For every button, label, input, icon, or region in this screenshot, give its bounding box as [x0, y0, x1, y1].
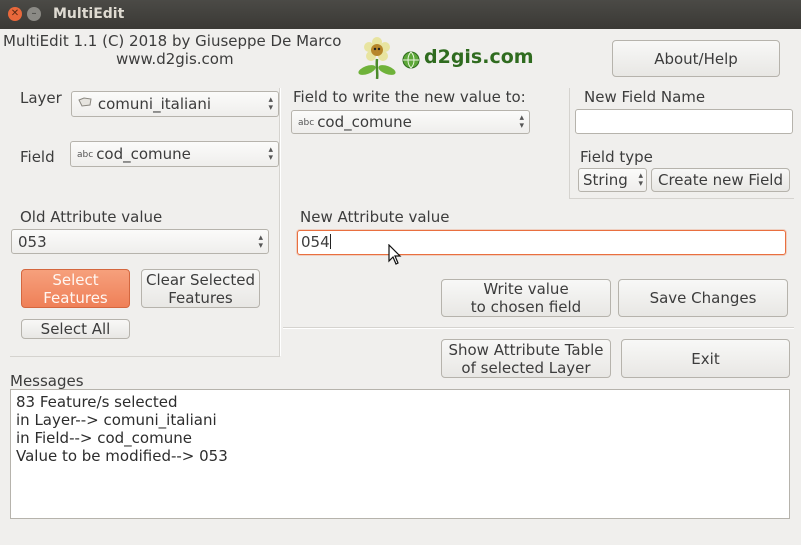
write-field-label: Field to write the new value to:: [293, 88, 526, 106]
combo-arrows-icon: ▴ ▾: [258, 232, 263, 251]
combo-arrows-icon: ▴ ▾: [268, 145, 273, 163]
exit-button[interactable]: Exit: [621, 339, 790, 378]
combo-arrows-icon: ▴ ▾: [268, 95, 273, 113]
select-features-line1: Select: [52, 270, 99, 289]
messages-label: Messages: [10, 372, 84, 390]
abc-field-icon: abc: [77, 150, 94, 160]
new-field-name-label: New Field Name: [584, 88, 706, 106]
title-bar: ✕ – MultiEdit: [0, 0, 801, 29]
window-title: MultiEdit: [53, 6, 125, 22]
left-panel-divider-highlight: [280, 88, 281, 356]
new-attribute-value: 054: [301, 233, 330, 251]
credit-line: MultiEdit 1.1 (C) 2018 by Giuseppe De Ma…: [3, 32, 342, 50]
select-features-button[interactable]: Select Features: [21, 269, 130, 308]
d2gis-logo: d2gis.com: [352, 37, 534, 80]
old-attribute-label: Old Attribute value: [20, 208, 163, 226]
message-line: in Field--> cod_comune: [16, 429, 192, 447]
layer-label: Layer: [20, 89, 62, 107]
flower-logo-icon: [358, 37, 396, 80]
new-field-name-input[interactable]: [575, 109, 793, 134]
write-value-button[interactable]: Write value to chosen field: [441, 279, 611, 317]
about-help-button[interactable]: About/Help: [612, 40, 780, 77]
minimize-window-icon[interactable]: –: [27, 7, 41, 21]
layer-combo[interactable]: comuni_italiani ▴ ▾: [71, 91, 279, 117]
right-panel-left-divider: [569, 88, 570, 198]
field-type-combo[interactable]: String ▴ ▾: [578, 168, 647, 192]
left-panel-bottom-divider: [10, 356, 280, 357]
select-features-line2: Features: [43, 288, 108, 307]
old-attribute-combo[interactable]: 053 ▴ ▾: [11, 229, 269, 254]
logo-text: d2gis.com: [424, 46, 534, 68]
old-attribute-value: 053: [18, 233, 47, 251]
right-panel-bottom-divider: [569, 198, 794, 199]
write-field-combo[interactable]: abc cod_comune ▴ ▾: [291, 110, 530, 134]
clear-selected-features-button[interactable]: Clear Selected Features: [141, 269, 260, 308]
combo-arrows-icon: ▴ ▾: [638, 171, 643, 189]
message-line: in Layer--> comuni_italiani: [16, 411, 217, 429]
show-attr-line1: Show Attribute Table: [448, 340, 604, 359]
text-caret: [329, 234, 331, 249]
select-all-button[interactable]: Select All: [21, 319, 130, 339]
abc-field-icon: abc: [298, 118, 315, 128]
middle-divider-highlight: [283, 328, 794, 329]
polygon-layer-icon: [78, 97, 95, 110]
clear-selected-line2: Features: [168, 288, 233, 307]
combo-arrows-icon: ▴ ▾: [519, 113, 524, 131]
show-attr-line2: of selected Layer: [461, 358, 591, 377]
create-new-field-button[interactable]: Create new Field: [651, 168, 790, 192]
website-line: www.d2gis.com: [116, 50, 234, 68]
messages-textarea[interactable]: 83 Feature/s selected in Layer--> comuni…: [10, 389, 790, 519]
clear-selected-line1: Clear Selected: [145, 270, 256, 289]
field-type-label: Field type: [580, 148, 653, 166]
new-attribute-input[interactable]: 054: [297, 230, 786, 255]
new-attribute-label: New Attribute value: [300, 208, 450, 226]
write-value-line2: to chosen field: [470, 298, 582, 316]
save-changes-button[interactable]: Save Changes: [618, 279, 788, 317]
message-line: Value to be modified--> 053: [16, 447, 228, 465]
show-attribute-table-button[interactable]: Show Attribute Table of selected Layer: [441, 339, 611, 378]
layer-combo-value: comuni_italiani: [97, 95, 212, 113]
message-line: 83 Feature/s selected: [16, 393, 178, 411]
field-combo-value: cod_comune: [96, 145, 191, 163]
close-window-icon[interactable]: ✕: [8, 7, 22, 21]
write-value-line1: Write value: [483, 280, 569, 298]
write-field-value: cod_comune: [317, 113, 412, 131]
field-label: Field: [20, 148, 55, 166]
globe-icon: [402, 51, 420, 69]
mouse-pointer-icon: [388, 244, 402, 265]
field-type-value: String: [583, 171, 628, 189]
field-combo[interactable]: abc cod_comune ▴ ▾: [70, 141, 279, 167]
